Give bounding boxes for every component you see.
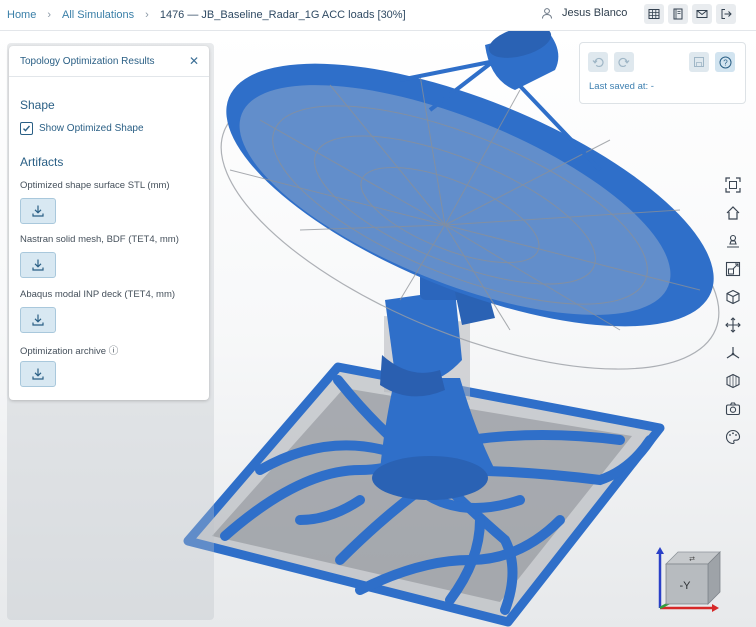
artifact-label-nastran: Nastran solid mesh, BDF (TET4, mm) [20,234,179,245]
breadcrumb-current: 1476 — JB_Baseline_Radar_1G ACC loads [3… [159,9,406,21]
redo-icon [618,57,630,68]
fit-view-button[interactable] [722,174,744,196]
check-icon [23,125,31,132]
breadcrumb-separator: › [145,9,149,21]
section-cube-icon [726,373,740,389]
save-button[interactable] [689,52,709,72]
artifact-label-abaqus: Abaqus modal INP deck (TET4, mm) [20,289,176,300]
view-cube-top-arrow: ⇄ [689,556,695,563]
panel-title: Topology Optimization Results [20,55,155,67]
mail-button[interactable] [692,4,712,24]
download-icon [32,368,44,380]
download-abaqus-button[interactable] [20,307,56,333]
shape-section-title: Shape [20,98,55,112]
axes-button[interactable] [722,342,744,364]
breadcrumb: Home › All Simulations › 1476 — JB_Basel… [0,9,406,21]
help-icon: ? [719,56,731,68]
show-optimized-shape-label: Show Optimized Shape [39,123,144,134]
artifacts-section-title: Artifacts [20,155,64,169]
topology-results-panel: Topology Optimization Results ✕ Shape Sh… [9,46,209,400]
logout-icon [721,9,732,19]
logout-button[interactable] [716,4,736,24]
download-archive-button[interactable] [20,361,56,387]
save-icon [694,57,704,67]
user-name: Jesus Blanco [562,7,628,19]
zoom-box-icon [725,261,741,277]
user-menu[interactable]: Jesus Blanco [541,7,627,19]
download-icon [32,314,44,326]
cube-view-button[interactable] [722,286,744,308]
breadcrumb-separator: › [47,9,52,21]
table-icon [648,9,660,19]
undo-button[interactable] [588,52,608,72]
last-saved-text: Last saved at: - [589,81,654,92]
view-cube[interactable]: -Y ⇄ [652,544,724,614]
download-icon [32,259,44,271]
notebook-icon [673,8,683,20]
screenshot-button[interactable] [722,398,744,420]
zoom-box-button[interactable] [722,258,744,280]
pin-icon [727,234,739,248]
redo-button[interactable] [614,52,634,72]
table-button[interactable] [644,4,664,24]
color-button[interactable] [722,426,744,448]
download-nastran-button[interactable] [20,252,56,278]
camera-icon [725,402,741,416]
home-view-button[interactable] [722,202,744,224]
save-panel: ? Last saved at: - [579,42,746,104]
breadcrumb-home[interactable]: Home [7,9,36,21]
fit-view-icon [725,177,741,193]
help-button[interactable]: ? [715,52,735,72]
notebook-button[interactable] [668,4,688,24]
undo-icon [592,57,604,68]
panel-header: Topology Optimization Results ✕ [9,46,209,77]
axes-icon [726,347,740,359]
svg-text:?: ? [723,58,728,67]
view-cube-face-label: -Y [680,580,692,592]
move-icon [725,317,741,333]
section-view-button[interactable] [722,370,744,392]
breadcrumb-all-simulations[interactable]: All Simulations [62,9,134,21]
pan-button[interactable] [722,314,744,336]
download-icon [32,205,44,217]
artifact-label-archive: Optimization archive ⓘ [20,346,119,357]
mail-icon [696,10,708,18]
cube-icon [726,289,740,305]
top-bar: Home › All Simulations › 1476 — JB_Basel… [0,0,756,31]
show-optimized-shape-toggle[interactable]: Show Optimized Shape [20,122,144,135]
download-stl-button[interactable] [20,198,56,224]
user-icon [542,8,552,19]
artifact-label-stl: Optimized shape surface STL (mm) [20,180,170,191]
home-icon [726,206,740,220]
checkbox[interactable] [20,122,33,135]
close-icon[interactable]: ✕ [189,54,199,68]
pin-button[interactable] [722,230,744,252]
palette-icon [725,429,741,445]
